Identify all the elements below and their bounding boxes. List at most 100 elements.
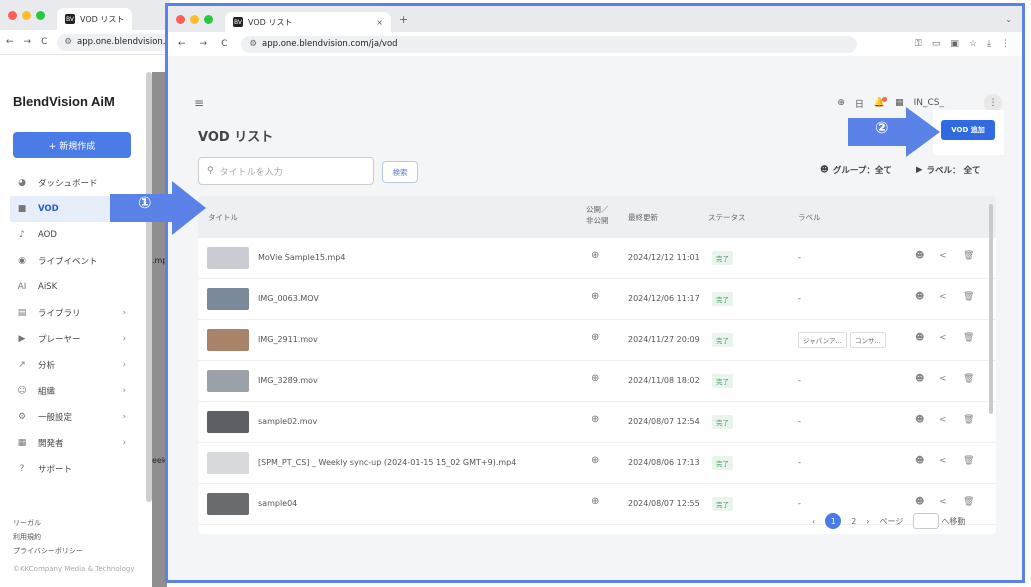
delete-trash-icon[interactable]: 🗑 (963, 333, 974, 343)
delete-trash-icon[interactable]: 🗑 (963, 374, 974, 384)
label-tag[interactable]: ジャパンア... (798, 332, 847, 348)
globe-public-icon: ⊕ (591, 291, 600, 302)
zoom-dot-icon[interactable] (204, 14, 213, 24)
group-filter[interactable]: ☻ グループ：全て (820, 164, 892, 176)
table-row[interactable]: [SPM_PT_CS] _ Weekly sync-up (2024-01-15… (198, 443, 996, 484)
video-title[interactable]: IMG_2911.mov (258, 335, 318, 344)
col-updated[interactable]: 最終更新 (628, 212, 658, 223)
close-dot-icon[interactable] (8, 10, 17, 20)
search-button[interactable]: 検索 (382, 161, 418, 183)
table-row[interactable]: IMG_2911.mov ⊕ 2024/11/27 20:09 完了 ジャパンア... コ… (198, 320, 996, 361)
vod-add-button[interactable]: VOD 追加 (941, 120, 995, 140)
forward-arrow-icon[interactable]: → (200, 39, 208, 49)
table-scrollbar[interactable] (989, 204, 993, 414)
next-page-icon[interactable]: › (866, 517, 869, 526)
front-browser-tab[interactable]: BV VOD リスト × (225, 12, 391, 32)
sidebar-item-player[interactable]: ▶ プレーヤー › (10, 326, 138, 352)
table-row[interactable]: IMG_3289.mov ⊕ 2024/11/08 18:02 完了 - ☻ < 🗑 (198, 361, 996, 402)
reload-icon[interactable]: C (221, 39, 227, 49)
video-thumbnail[interactable] (207, 452, 249, 474)
sidebar-item-settings[interactable]: ⚙ 一般設定 › (10, 404, 138, 430)
prev-page-icon[interactable]: ‹ (812, 517, 815, 526)
sidebar-item-support[interactable]: ? サポート (10, 456, 138, 482)
site-info-icon[interactable]: ⚙ (64, 37, 72, 47)
label-filter[interactable]: ▶ ラベル： 全て (916, 164, 981, 176)
tab-list-chevron-icon[interactable]: ⌄ (1005, 15, 1012, 24)
group-assign-icon[interactable]: ☻ (915, 497, 924, 507)
back-browser-tab[interactable]: BV VOD リスト (57, 8, 133, 30)
browser-menu-icon[interactable]: ⋮ (1001, 39, 1010, 49)
share-icon[interactable]: < (939, 415, 947, 425)
video-thumbnail[interactable] (207, 370, 249, 392)
delete-trash-icon[interactable]: 🗑 (963, 415, 974, 425)
new-create-button[interactable]: + 新規作成 (13, 132, 131, 158)
bookmark-star-icon[interactable]: ☆ (969, 39, 977, 49)
video-title[interactable]: IMG_3289.mov (258, 376, 318, 385)
back-arrow-icon[interactable]: ← (6, 37, 14, 47)
video-title[interactable]: sample02.mov (258, 417, 317, 426)
share-icon[interactable]: < (939, 251, 947, 261)
key-icon[interactable]: ⚿ (915, 39, 922, 49)
group-assign-icon[interactable]: ☻ (915, 251, 924, 261)
globe-icon[interactable]: ⊕ (837, 98, 845, 108)
download-icon[interactable]: ⤓ (987, 39, 991, 49)
hamburger-menu-icon[interactable]: ≡ (194, 96, 204, 110)
video-title[interactable]: sample04 (258, 499, 297, 508)
group-assign-icon[interactable]: ☻ (915, 415, 924, 425)
pagination: ‹ 1 2 › ページ へ移動 (812, 513, 965, 529)
search-input[interactable]: ⚲ タイトルを入力 (198, 157, 374, 185)
label-tag[interactable]: コンサ... (850, 332, 886, 348)
page-2-button[interactable]: 2 (851, 517, 856, 526)
group-assign-icon[interactable]: ☻ (915, 292, 924, 302)
col-title[interactable]: タイトル (208, 212, 238, 223)
sidebar-item-ai[interactable]: AI AiSK (10, 274, 138, 300)
table-row[interactable]: MoVie Sample15.mp4 ⊕ 2024/12/12 11:01 完了 - ☻ <… (198, 238, 996, 279)
share-icon[interactable]: < (939, 456, 947, 466)
sidebar-item-library[interactable]: ▤ ライブラリ › (10, 300, 138, 326)
share-icon[interactable]: < (939, 292, 947, 302)
delete-trash-icon[interactable]: 🗑 (963, 456, 974, 466)
video-title[interactable]: IMG_0063.MOV (258, 294, 319, 303)
page-jump-input[interactable] (913, 513, 940, 529)
sidebar-item-developer[interactable]: ▦ 開発者 › (10, 430, 138, 456)
terms-link[interactable]: 利用規約 (13, 530, 134, 544)
site-info-icon[interactable]: ⚙ (249, 39, 257, 49)
table-row[interactable]: sample02.mov ⊕ 2024/08/07 12:54 完了 - ☻ < 🗑 (198, 402, 996, 443)
close-dot-icon[interactable] (176, 14, 185, 24)
group-assign-icon[interactable]: ☻ (915, 456, 924, 466)
table-row[interactable]: IMG_0063.MOV ⊕ 2024/12/06 11:17 完了 - ☻ < 🗑 (198, 279, 996, 320)
cast-icon[interactable]: ▭ (932, 39, 941, 49)
video-thumbnail[interactable] (207, 247, 249, 269)
privacy-link[interactable]: プライバシーポリシー (13, 544, 134, 558)
back-arrow-icon[interactable]: ← (178, 39, 186, 49)
group-assign-icon[interactable]: ☻ (915, 374, 924, 384)
minimize-dot-icon[interactable] (22, 10, 31, 20)
share-icon[interactable]: < (939, 497, 947, 507)
back-address-bar[interactable]: ⚙ app.one.blendvision.c (57, 33, 170, 51)
video-title[interactable]: [SPM_PT_CS] _ Weekly sync-up (2024-01-15… (258, 458, 516, 467)
video-thumbnail[interactable] (207, 329, 249, 351)
close-tab-icon[interactable]: × (376, 18, 383, 27)
translate-icon[interactable]: ▣ (950, 39, 959, 49)
footer-links: リーガル 利用規約 プライバシーポリシー ©KKCompany Media & … (13, 516, 134, 576)
zoom-dot-icon[interactable] (36, 10, 45, 20)
front-address-bar[interactable]: ⚙ app.one.blendvision.com/ja/vod (241, 35, 858, 53)
video-title[interactable]: MoVie Sample15.mp4 (258, 253, 345, 262)
new-tab-icon[interactable]: + (399, 13, 408, 26)
sidebar-item-live[interactable]: ◉ ライブイベント (10, 248, 138, 274)
sidebar-item-analytics[interactable]: ↗ 分析 › (10, 352, 138, 378)
reload-icon[interactable]: C (41, 37, 47, 47)
delete-trash-icon[interactable]: 🗑 (963, 251, 974, 261)
forward-arrow-icon[interactable]: → (24, 37, 32, 47)
delete-trash-icon[interactable]: 🗑 (963, 292, 974, 302)
share-icon[interactable]: < (939, 374, 947, 384)
video-thumbnail[interactable] (207, 493, 249, 515)
video-thumbnail[interactable] (207, 411, 249, 433)
video-thumbnail[interactable] (207, 288, 249, 310)
delete-trash-icon[interactable]: 🗑 (963, 497, 974, 507)
share-icon[interactable]: < (939, 333, 947, 343)
sidebar-item-organization[interactable]: ☺ 組織 › (10, 378, 138, 404)
group-assign-icon[interactable]: ☻ (915, 333, 924, 343)
page-1-button[interactable]: 1 (825, 513, 842, 529)
minimize-dot-icon[interactable] (190, 14, 199, 24)
